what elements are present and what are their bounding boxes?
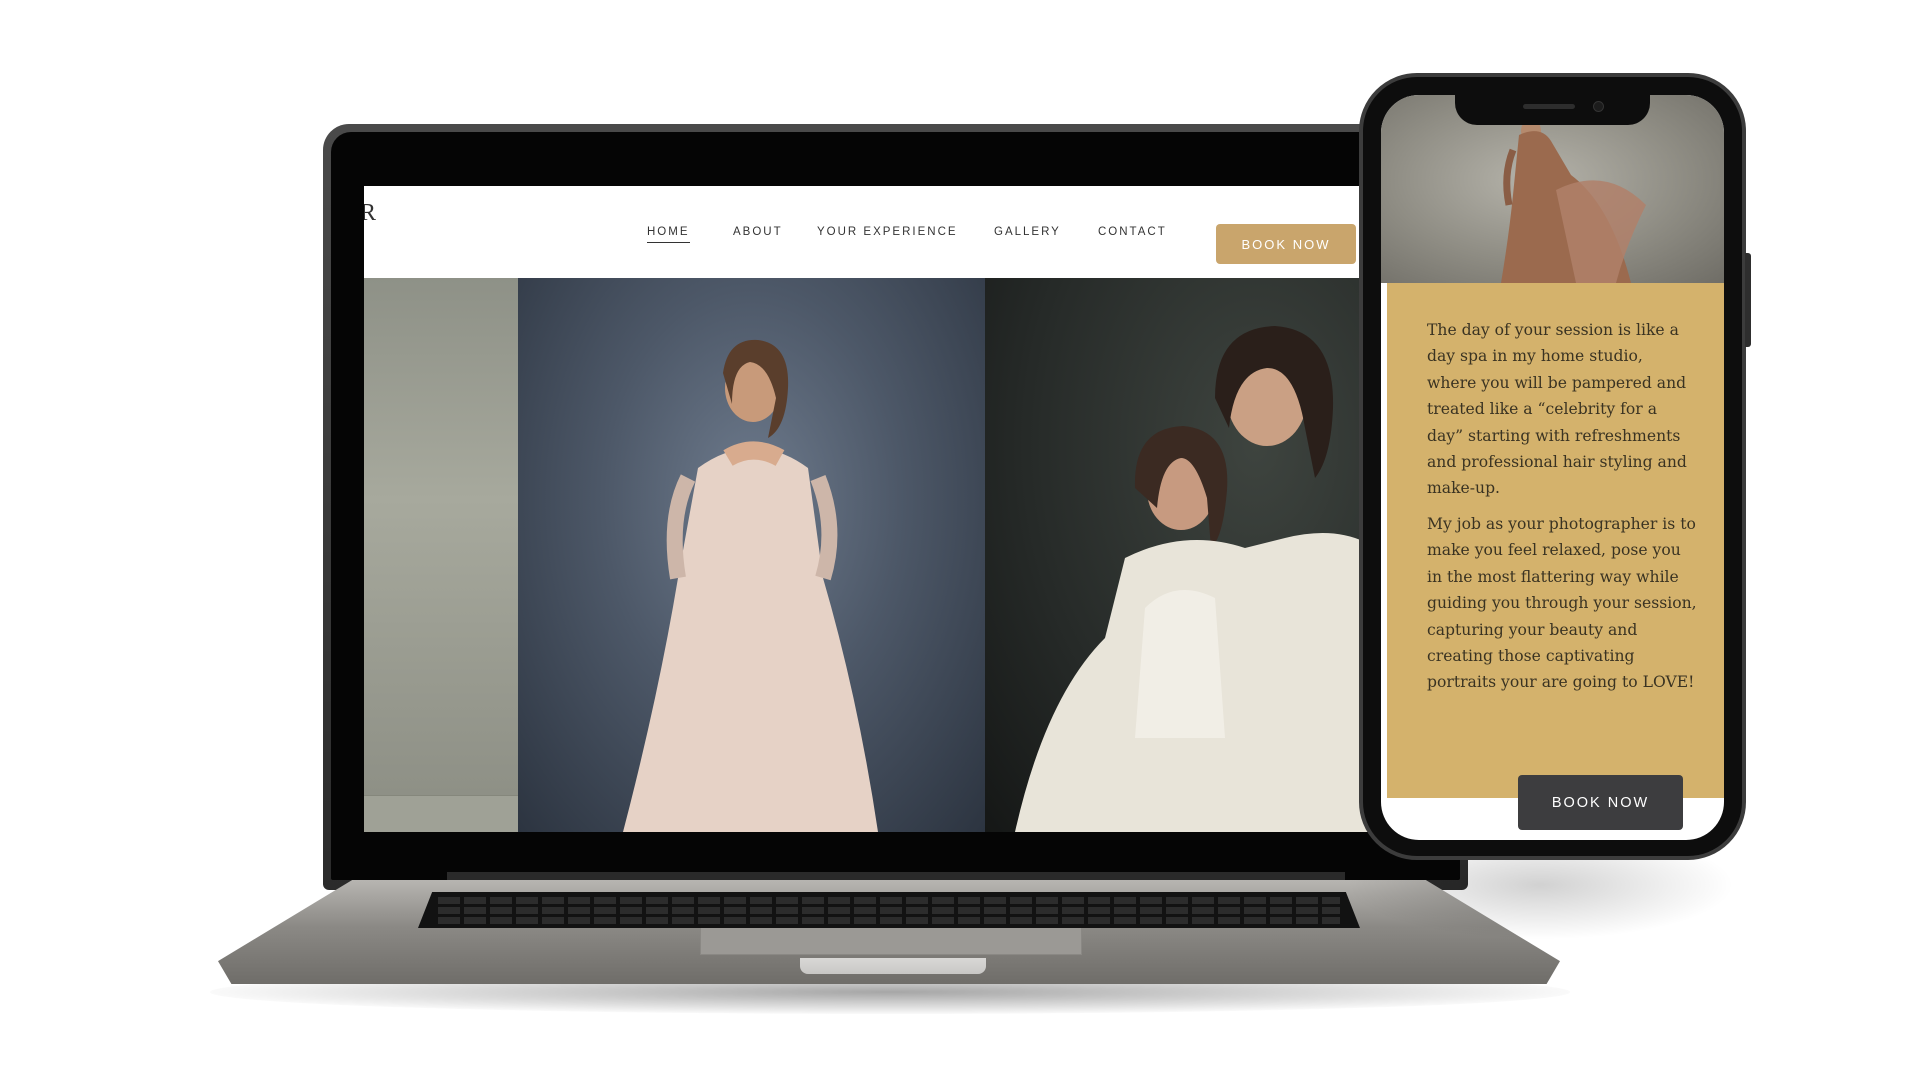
phone-book-now-button[interactable]: BOOK NOW bbox=[1518, 775, 1683, 830]
nav-contact[interactable]: CONTACT bbox=[1098, 226, 1167, 238]
laptop-screen: R HOME ABOUT YOUR EXPERIENCE GALLERY CON… bbox=[364, 186, 1436, 832]
phone-experience-section: The day of your session is like a day sp… bbox=[1387, 283, 1724, 798]
phone-notch bbox=[1455, 95, 1650, 125]
nav-gallery[interactable]: GALLERY bbox=[994, 226, 1061, 238]
hero-image-maternity bbox=[518, 278, 985, 832]
laptop-trackpad bbox=[700, 928, 1082, 955]
keyboard-row bbox=[438, 897, 1340, 904]
laptop-front-notch bbox=[800, 958, 986, 974]
main-nav: HOME ABOUT YOUR EXPERIENCE GALLERY CONTA… bbox=[364, 212, 1436, 264]
experience-paragraph-2: My job as your photographer is to make y… bbox=[1427, 515, 1697, 692]
keyboard-row bbox=[438, 917, 1340, 924]
hero-gallery bbox=[364, 278, 1436, 832]
maternity-figure-illustration bbox=[623, 339, 878, 832]
laptop-keyboard bbox=[418, 892, 1360, 928]
phone-screen: The day of your session is like a day sp… bbox=[1381, 95, 1724, 840]
experience-paragraph-1: The day of your session is like a day sp… bbox=[1427, 321, 1687, 498]
backdrop-floor bbox=[364, 795, 518, 832]
book-now-button[interactable]: BOOK NOW bbox=[1216, 224, 1356, 264]
phone-side-button bbox=[1745, 253, 1751, 347]
nav-home[interactable]: HOME bbox=[647, 226, 690, 243]
phone-speaker bbox=[1523, 104, 1575, 109]
nav-your-experience[interactable]: YOUR EXPERIENCE bbox=[817, 226, 958, 238]
keyboard-row bbox=[438, 907, 1340, 914]
nav-about[interactable]: ABOUT bbox=[733, 226, 783, 238]
site-header: R HOME ABOUT YOUR EXPERIENCE GALLERY CON… bbox=[364, 186, 1436, 278]
hero-image-backdrop bbox=[364, 278, 518, 832]
phone-camera bbox=[1593, 101, 1604, 112]
